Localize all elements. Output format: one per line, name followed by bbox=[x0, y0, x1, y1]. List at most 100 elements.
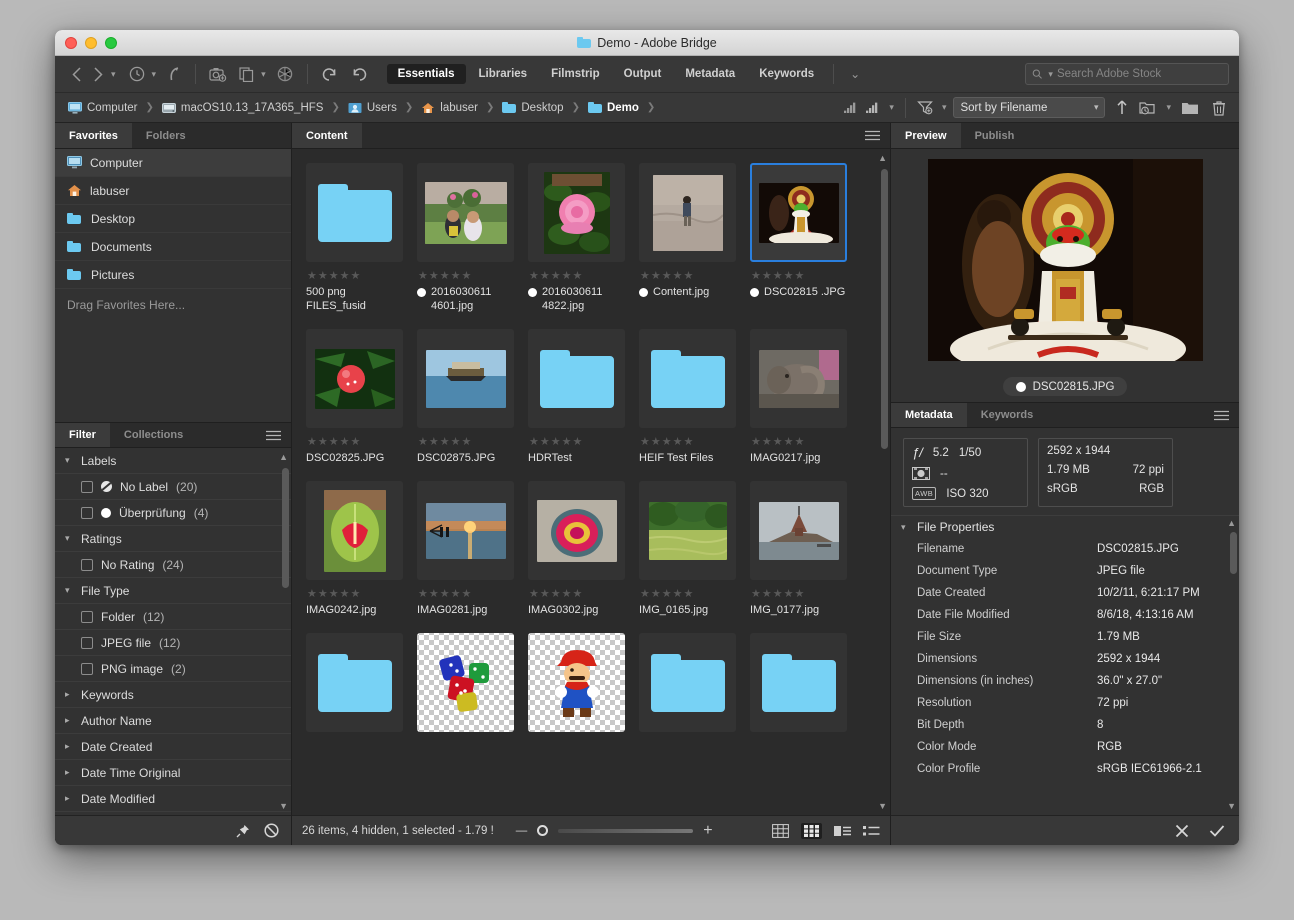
grid-item[interactable]: ★★★★★ 2016030611 4822.jpg bbox=[528, 163, 639, 313]
filter-funnel-chevron-icon[interactable]: ▾ bbox=[942, 102, 947, 113]
zoom-slider-track[interactable] bbox=[558, 829, 693, 833]
refine-aperture-icon[interactable] bbox=[272, 66, 298, 82]
grid-view-icon[interactable] bbox=[772, 824, 789, 838]
filter-funnel-icon[interactable] bbox=[917, 100, 933, 115]
thumbnail[interactable] bbox=[639, 633, 736, 732]
content-scrollbar[interactable]: ▲ ▼ bbox=[880, 153, 888, 811]
filter-group-date-modified[interactable]: ▸ Date Modified bbox=[55, 786, 291, 812]
breadcrumb-item-computer[interactable]: Computer bbox=[65, 101, 141, 115]
grid-item[interactable] bbox=[528, 633, 639, 732]
breadcrumb-item-users[interactable]: Users bbox=[345, 101, 400, 115]
filter-rating-dropdown-icon[interactable] bbox=[864, 101, 880, 115]
filter-group-date-created[interactable]: ▸ Date Created bbox=[55, 734, 291, 760]
breadcrumb-item-desktop[interactable]: Desktop bbox=[499, 101, 566, 115]
thumbnail[interactable] bbox=[750, 633, 847, 732]
details-view-icon[interactable] bbox=[834, 825, 851, 837]
thumbnail-grid-area[interactable]: ★★★★★ 500 png FILES_fusid bbox=[292, 149, 890, 815]
grid-item-selected[interactable]: ★★★★★ DSC02815 .JPG bbox=[750, 163, 861, 313]
search-scope-chevron-icon[interactable]: ▾ bbox=[1048, 69, 1053, 80]
scroll-down-icon[interactable]: ▼ bbox=[1227, 801, 1236, 811]
filter-row-uberprufung[interactable]: Überprüfung (4) bbox=[55, 500, 291, 526]
metadata-list[interactable]: ▾ File Properties FilenameDSC02815.JPG D… bbox=[891, 515, 1239, 815]
grid-item[interactable]: ★★★★★ IMAG0242.jpg bbox=[306, 481, 417, 617]
rating-stars[interactable]: ★★★★★ bbox=[751, 269, 861, 282]
thumbnail[interactable] bbox=[417, 163, 514, 262]
workspace-tab-essentials[interactable]: Essentials bbox=[387, 64, 466, 84]
thumbnail-view-icon[interactable] bbox=[801, 823, 822, 839]
filter-group-keywords[interactable]: ▸ Keywords bbox=[55, 682, 291, 708]
checkbox[interactable] bbox=[81, 637, 93, 649]
thumbnail[interactable] bbox=[528, 163, 625, 262]
history-dropdown-chevron-icon[interactable]: ▾ bbox=[152, 69, 157, 80]
scroll-up-icon[interactable]: ▲ bbox=[1227, 518, 1236, 528]
breadcrumb-item-demo[interactable]: Demo bbox=[585, 101, 642, 115]
search-input[interactable] bbox=[1057, 68, 1222, 80]
grid-item[interactable]: ★★★★★ IMG_0177.jpg bbox=[750, 481, 861, 617]
checkbox[interactable] bbox=[81, 481, 93, 493]
thumbnail[interactable] bbox=[750, 163, 847, 262]
grid-item[interactable]: ★★★★★ HEIF Test Files bbox=[639, 329, 750, 465]
grid-item[interactable]: ★★★★★ IMAG0217.jpg bbox=[750, 329, 861, 465]
new-folder-icon[interactable] bbox=[1178, 101, 1202, 115]
thumbnail[interactable] bbox=[750, 329, 847, 428]
workspace-tab-filmstrip[interactable]: Filmstrip bbox=[540, 64, 611, 84]
filter-row-no-label[interactable]: No Label (20) bbox=[55, 474, 291, 500]
new-folder-recent-icon[interactable] bbox=[1139, 100, 1157, 115]
rating-stars[interactable]: ★★★★★ bbox=[307, 435, 417, 448]
thumbnail[interactable] bbox=[528, 633, 625, 732]
workspace-tab-output[interactable]: Output bbox=[613, 64, 673, 84]
apply-check-icon[interactable] bbox=[1209, 824, 1225, 838]
checkbox[interactable] bbox=[81, 663, 93, 675]
camera-import-icon[interactable] bbox=[205, 67, 231, 82]
thumbnail[interactable] bbox=[750, 481, 847, 580]
rating-stars[interactable]: ★★★★★ bbox=[751, 435, 861, 448]
filter-group-ratings[interactable]: ▾ Ratings bbox=[55, 526, 291, 552]
rating-stars[interactable]: ★★★★★ bbox=[418, 435, 528, 448]
go-up-arc-icon[interactable] bbox=[162, 66, 186, 82]
thumbnail[interactable] bbox=[639, 163, 736, 262]
thumbnail[interactable] bbox=[639, 329, 736, 428]
rating-stars[interactable]: ★★★★★ bbox=[418, 587, 528, 600]
filter-group-file-type[interactable]: ▾ File Type bbox=[55, 578, 291, 604]
filter-row-jpeg[interactable]: JPEG file (12) bbox=[55, 630, 291, 656]
tab-content[interactable]: Content bbox=[292, 123, 362, 148]
favorite-item-labuser[interactable]: labuser bbox=[55, 177, 291, 205]
back-arrow-icon[interactable] bbox=[65, 67, 87, 82]
tab-filter[interactable]: Filter bbox=[55, 423, 110, 447]
rating-stars[interactable]: ★★★★★ bbox=[529, 269, 639, 282]
grid-item[interactable]: ★★★★★ 2016030611 4601.jpg bbox=[417, 163, 528, 313]
filter-scroll-thumb[interactable] bbox=[282, 468, 289, 588]
thumbnail[interactable] bbox=[306, 633, 403, 732]
workspace-tab-libraries[interactable]: Libraries bbox=[468, 64, 539, 84]
scroll-down-icon[interactable]: ▼ bbox=[279, 801, 288, 811]
favorite-item-desktop[interactable]: Desktop bbox=[55, 205, 291, 233]
thumbnail[interactable] bbox=[528, 481, 625, 580]
grid-item[interactable]: ★★★★★ IMG_0165.jpg bbox=[639, 481, 750, 617]
favorite-item-computer[interactable]: Computer bbox=[55, 149, 291, 177]
sort-by-dropdown[interactable]: Sort by Filename ▾ bbox=[953, 97, 1105, 118]
thumbnail[interactable] bbox=[417, 329, 514, 428]
rating-stars[interactable]: ★★★★★ bbox=[751, 587, 861, 600]
cancel-x-icon[interactable] bbox=[1175, 824, 1189, 838]
recent-history-icon[interactable] bbox=[124, 66, 150, 82]
filter-panel-menu-icon[interactable] bbox=[252, 423, 291, 447]
preview-image-kathakali[interactable] bbox=[928, 159, 1203, 361]
pushpin-icon[interactable] bbox=[236, 824, 250, 838]
scroll-up-icon[interactable]: ▲ bbox=[878, 153, 887, 163]
copy-dropdown-chevron-icon[interactable]: ▾ bbox=[261, 69, 266, 80]
rating-stars[interactable]: ★★★★★ bbox=[640, 269, 750, 282]
grid-item[interactable]: ★★★★★ 500 png FILES_fusid bbox=[306, 163, 417, 313]
rotate-counterclockwise-icon[interactable] bbox=[317, 66, 343, 82]
filter-group-labels[interactable]: ▾ Labels bbox=[55, 448, 291, 474]
rating-stars[interactable]: ★★★★★ bbox=[307, 587, 417, 600]
metadata-scrollbar[interactable]: ▲ ▼ bbox=[1229, 518, 1237, 811]
scroll-down-icon[interactable]: ▼ bbox=[878, 801, 887, 811]
tab-publish[interactable]: Publish bbox=[961, 123, 1029, 148]
thumbnail[interactable] bbox=[306, 329, 403, 428]
grid-item[interactable]: ★★★★★ HDRTest bbox=[528, 329, 639, 465]
grid-item[interactable] bbox=[750, 633, 861, 732]
metadata-panel-menu-icon[interactable] bbox=[1200, 403, 1239, 427]
search-adobe-stock-field[interactable]: ▾ bbox=[1025, 63, 1229, 85]
no-entry-icon[interactable] bbox=[264, 823, 279, 838]
checkbox[interactable] bbox=[81, 559, 93, 571]
